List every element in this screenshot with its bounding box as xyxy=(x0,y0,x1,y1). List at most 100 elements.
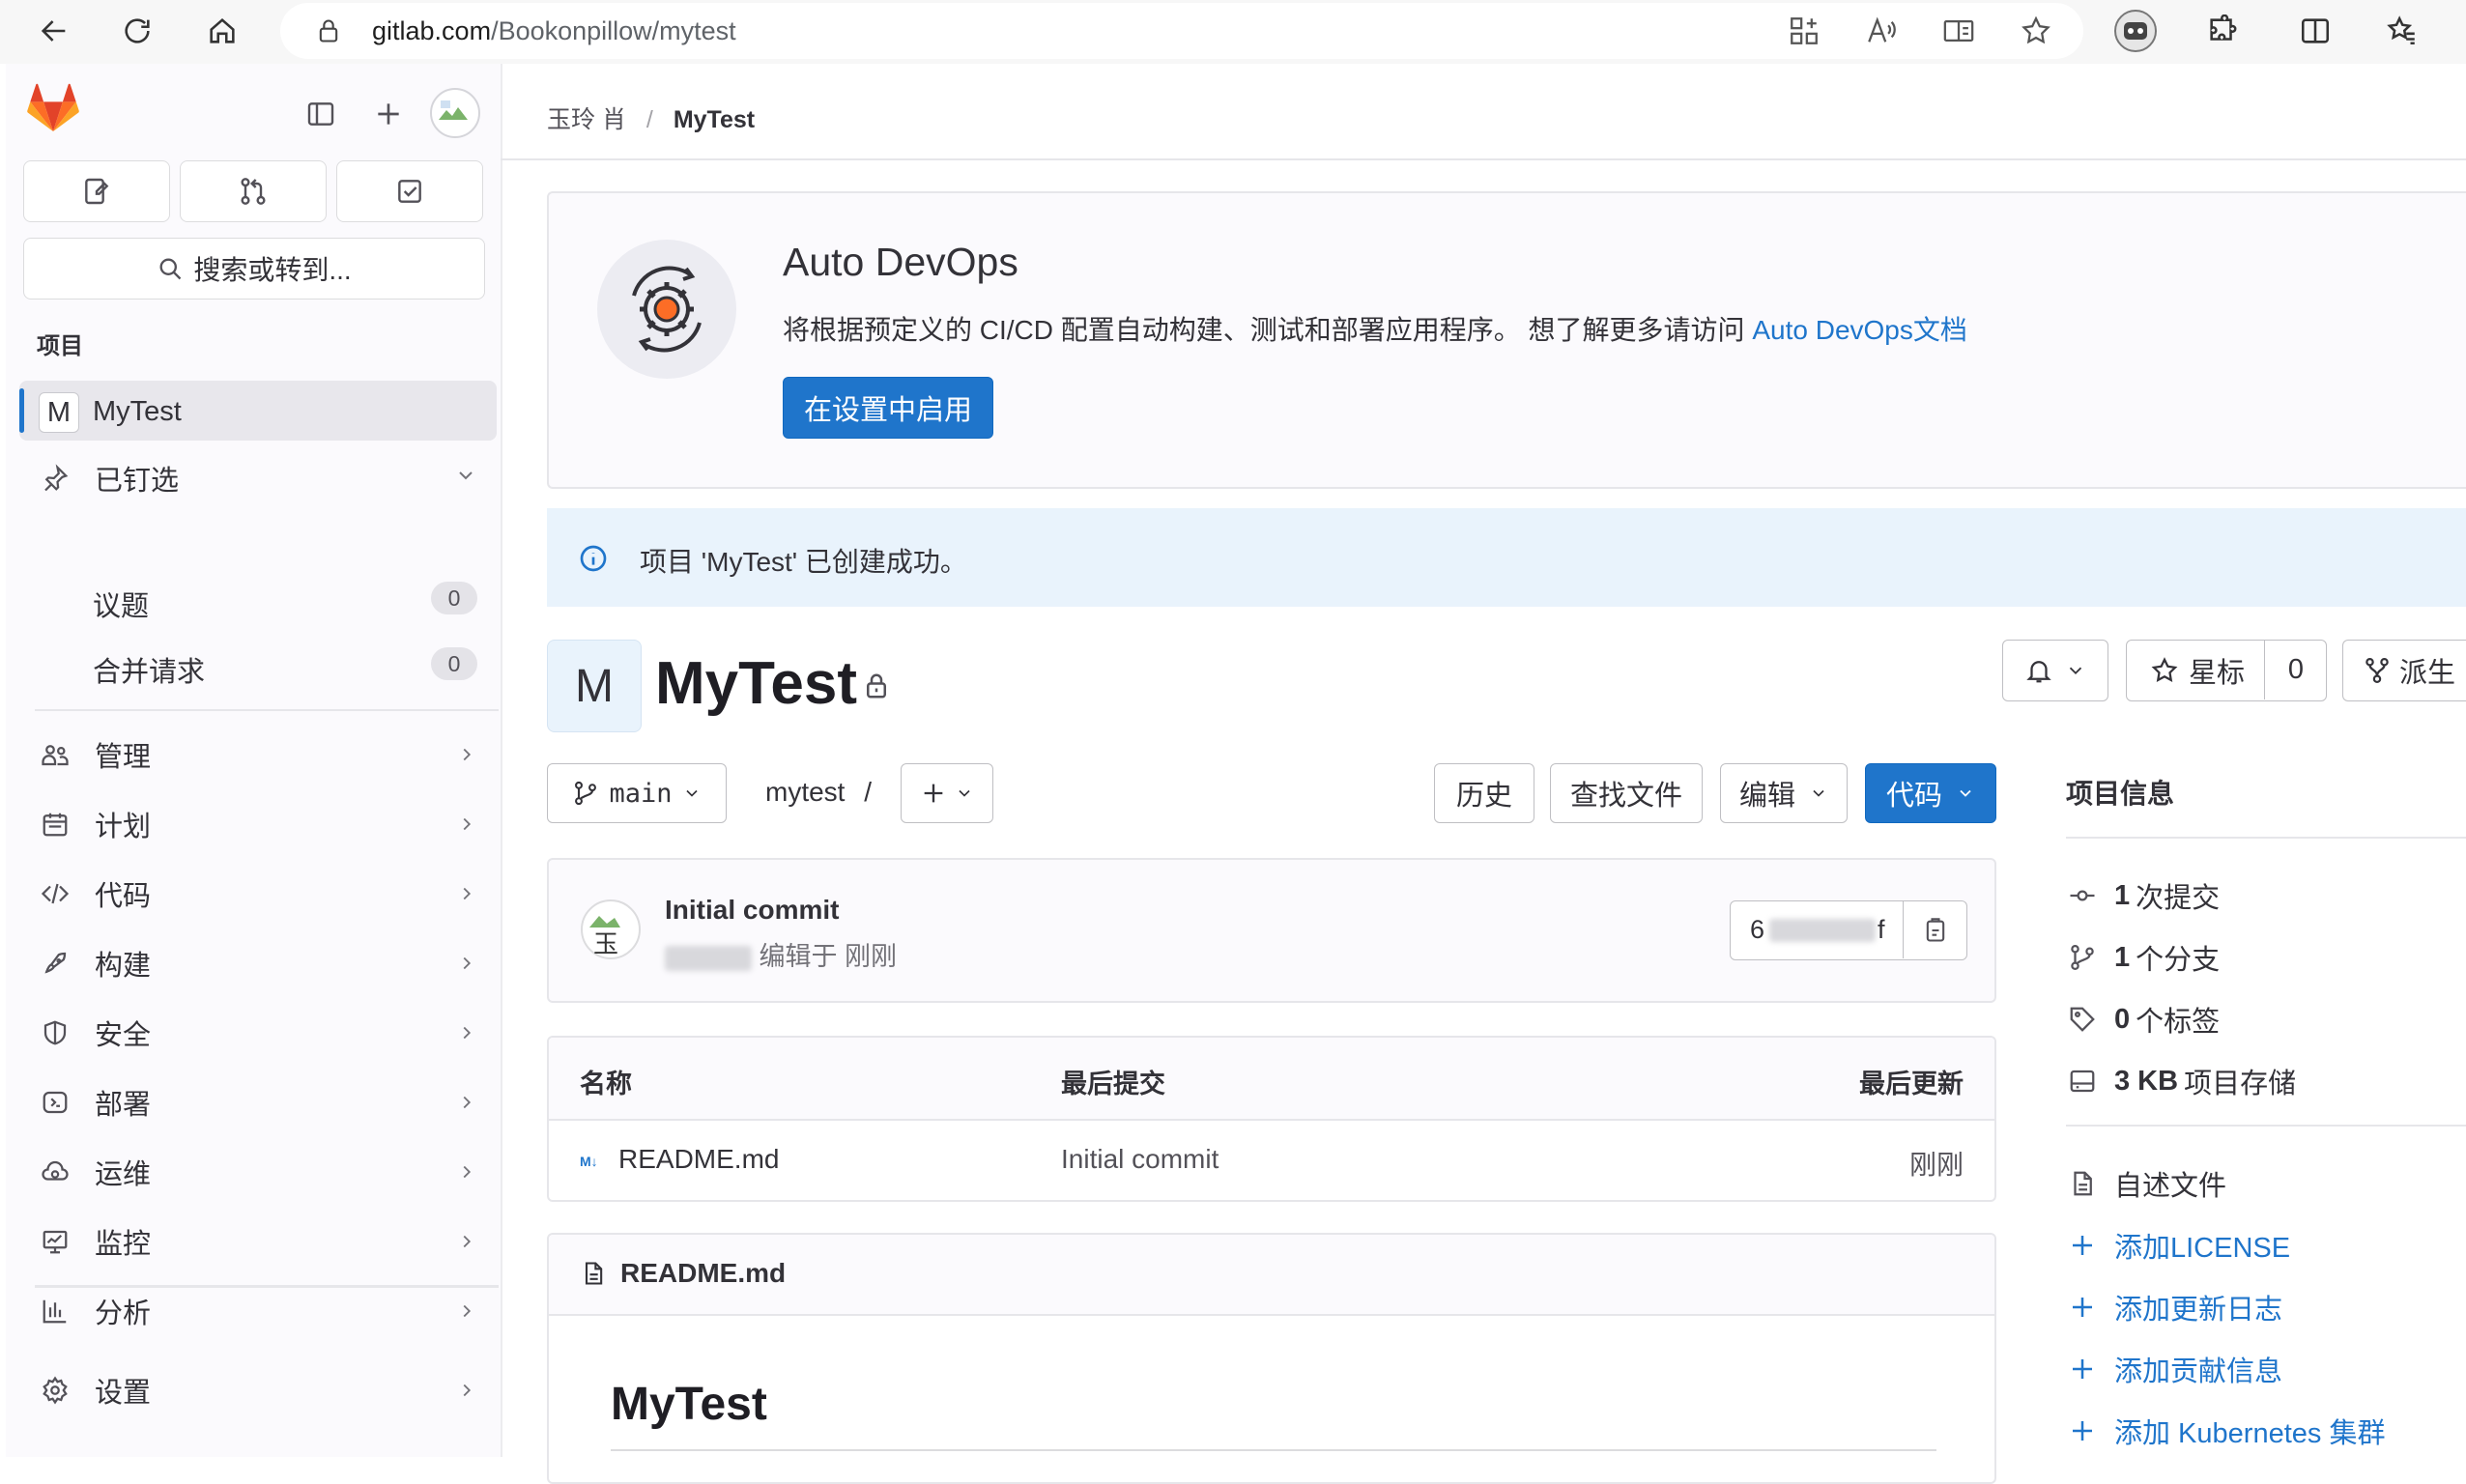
back-icon[interactable] xyxy=(29,6,79,56)
plus-icon xyxy=(2066,1414,2099,1447)
file-updated: 刚刚 xyxy=(1908,1150,1964,1180)
author-name-redacted xyxy=(665,945,752,971)
sha-redacted xyxy=(1769,919,1876,942)
gitlab-logo-icon[interactable] xyxy=(27,83,79,133)
profile-icon[interactable] xyxy=(2110,6,2161,56)
repo-path-separator: / xyxy=(864,777,873,807)
sidebar-item-code[interactable]: 代码 xyxy=(19,866,497,922)
storage-link[interactable]: 3 KB 项目存储 xyxy=(2066,1061,2296,1101)
breadcrumb-owner[interactable]: 玉玲 肖 xyxy=(547,106,626,133)
commits-link[interactable]: 1 次提交 xyxy=(2066,875,2220,916)
sidebar-item-label: 运维 xyxy=(95,1159,152,1190)
commit-meta-text: 编辑于 刚刚 xyxy=(759,942,898,971)
chevron-right-icon xyxy=(456,1300,477,1322)
sidebar-item-label: 已钉选 xyxy=(95,466,180,497)
favorites-icon[interactable] xyxy=(2377,6,2427,56)
sidebar-item-operate[interactable]: 运维 xyxy=(19,1144,497,1200)
search-button[interactable]: 搜索或转到... xyxy=(23,238,485,300)
breadcrumb-project[interactable]: MyTest xyxy=(674,106,755,133)
devops-docs-link[interactable]: Auto DevOps文档 xyxy=(1752,315,1967,345)
sidebar-item-merge-requests[interactable]: 合并请求 xyxy=(93,649,205,690)
split-screen-icon[interactable] xyxy=(2290,6,2340,56)
project-info-title: 项目信息 xyxy=(2066,779,2175,809)
branch-selector[interactable]: main xyxy=(547,763,727,823)
sidebar-project-item[interactable] xyxy=(19,381,497,441)
app-grid-icon[interactable] xyxy=(1788,14,1821,47)
add-to-tree-dropdown[interactable] xyxy=(901,763,993,823)
breadcrumb: 玉玲 肖 / MyTest xyxy=(547,100,755,135)
todos-button[interactable] xyxy=(336,160,483,222)
home-icon[interactable] xyxy=(197,6,247,56)
favorite-star-icon[interactable] xyxy=(2020,14,2052,47)
chevron-down-icon xyxy=(454,464,477,487)
find-file-button[interactable]: 查找文件 xyxy=(1550,763,1703,823)
tags-link[interactable]: 0 个标签 xyxy=(2066,999,2220,1040)
code-dropdown[interactable]: 代码 xyxy=(1865,763,1996,823)
history-button[interactable]: 历史 xyxy=(1434,763,1534,823)
readme-link[interactable]: 自述文件 xyxy=(2066,1163,2226,1204)
sidebar-item-deploy[interactable]: 部署 xyxy=(19,1074,497,1130)
sidebar-item-plan[interactable]: 计划 xyxy=(19,796,497,852)
issues-button[interactable] xyxy=(23,160,170,222)
branches-link[interactable]: 1 个分支 xyxy=(2066,937,2220,978)
new-item-plus-icon[interactable] xyxy=(373,99,404,129)
sidebar-item-pinned[interactable]: 已钉选 xyxy=(19,450,497,506)
sidebar-item-build[interactable]: 构建 xyxy=(19,935,497,991)
fork-label: 派生 xyxy=(2399,658,2456,689)
sha-start: 6 xyxy=(1750,915,1765,944)
commits-count: 1 xyxy=(2114,879,2131,911)
storage-size: 3 KB xyxy=(2114,1065,2179,1097)
enable-in-settings-button[interactable]: 在设置中启用 xyxy=(783,377,993,439)
project-avatar-small: M xyxy=(39,392,79,433)
edit-dropdown[interactable]: 编辑 xyxy=(1720,763,1848,823)
immersive-reader-icon[interactable] xyxy=(1942,14,1975,47)
star-button[interactable]: 星标 0 xyxy=(2126,640,2327,701)
add-license-link[interactable]: 添加LICENSE xyxy=(2066,1225,2290,1266)
user-avatar[interactable] xyxy=(429,87,481,139)
reload-icon[interactable] xyxy=(112,6,162,56)
file-commit-link[interactable]: Initial commit xyxy=(1061,1144,1219,1175)
commit-author-avatar[interactable]: 玉 xyxy=(580,899,642,960)
plus-icon xyxy=(2066,1353,2099,1385)
svg-text:M↓: M↓ xyxy=(580,1154,598,1169)
add-kubernetes-link[interactable]: 添加 Kubernetes 集群 xyxy=(2066,1411,2385,1451)
copy-sha-button[interactable] xyxy=(1903,901,1967,958)
readme-filename[interactable]: README.md xyxy=(620,1258,786,1289)
clipboard-icon xyxy=(1922,917,1949,944)
sidebar-project-name: MyTest xyxy=(93,396,182,427)
sidebar-item-settings[interactable]: 设置 xyxy=(19,1362,497,1418)
commit-title[interactable]: Initial commit xyxy=(665,895,839,926)
sidebar-item-monitor[interactable]: 监控 xyxy=(19,1213,497,1270)
devops-description-text: 将根据预定义的 CI/CD 配置自动构建、测试和部署应用程序。 想了解更多请访问 xyxy=(783,315,1753,345)
readme-panel: README.md MyTest xyxy=(547,1233,1996,1484)
collapse-sidebar-icon[interactable] xyxy=(305,99,336,129)
info-divider xyxy=(2066,1125,2466,1127)
chevron-right-icon xyxy=(456,1380,477,1401)
info-divider xyxy=(2066,837,2466,839)
add-changelog-link[interactable]: 添加更新日志 xyxy=(2066,1287,2282,1327)
sidebar-divider-bottom xyxy=(35,1285,499,1287)
read-aloud-icon[interactable] xyxy=(1865,14,1898,47)
sidebar-item-label: 管理 xyxy=(95,742,152,773)
plus-icon xyxy=(920,780,947,807)
url-text: gitlab.com/Bookonpillow/mytest xyxy=(372,16,736,45)
merge-requests-button[interactable] xyxy=(180,160,327,222)
sidebar-item-issues[interactable]: 议题 xyxy=(93,584,149,624)
readme-heading-rule xyxy=(611,1449,1936,1451)
sidebar-item-analyze[interactable]: 分析 xyxy=(19,1283,497,1339)
col-last-update: 最后更新 xyxy=(1859,1070,1964,1099)
add-contributing-link[interactable]: 添加贡献信息 xyxy=(2066,1349,2282,1389)
chevron-right-icon xyxy=(456,1161,477,1183)
devops-title: Auto DevOps xyxy=(783,240,1018,284)
chevron-down-icon xyxy=(2065,660,2086,681)
extensions-icon[interactable] xyxy=(2197,6,2248,56)
sidebar-item-secure[interactable]: 安全 xyxy=(19,1005,497,1061)
commit-sha-box[interactable]: 6 f xyxy=(1730,900,1967,960)
repo-path-name[interactable]: mytest xyxy=(765,777,845,807)
repo-path: mytest / xyxy=(765,777,872,808)
notification-dropdown[interactable] xyxy=(2002,640,2108,701)
sidebar-item-manage[interactable]: 管理 xyxy=(19,727,497,783)
file-name-link[interactable]: README.md xyxy=(618,1144,779,1175)
fork-button[interactable]: 派生 xyxy=(2342,640,2466,701)
address-bar[interactable]: gitlab.com/Bookonpillow/mytest xyxy=(280,3,2083,59)
